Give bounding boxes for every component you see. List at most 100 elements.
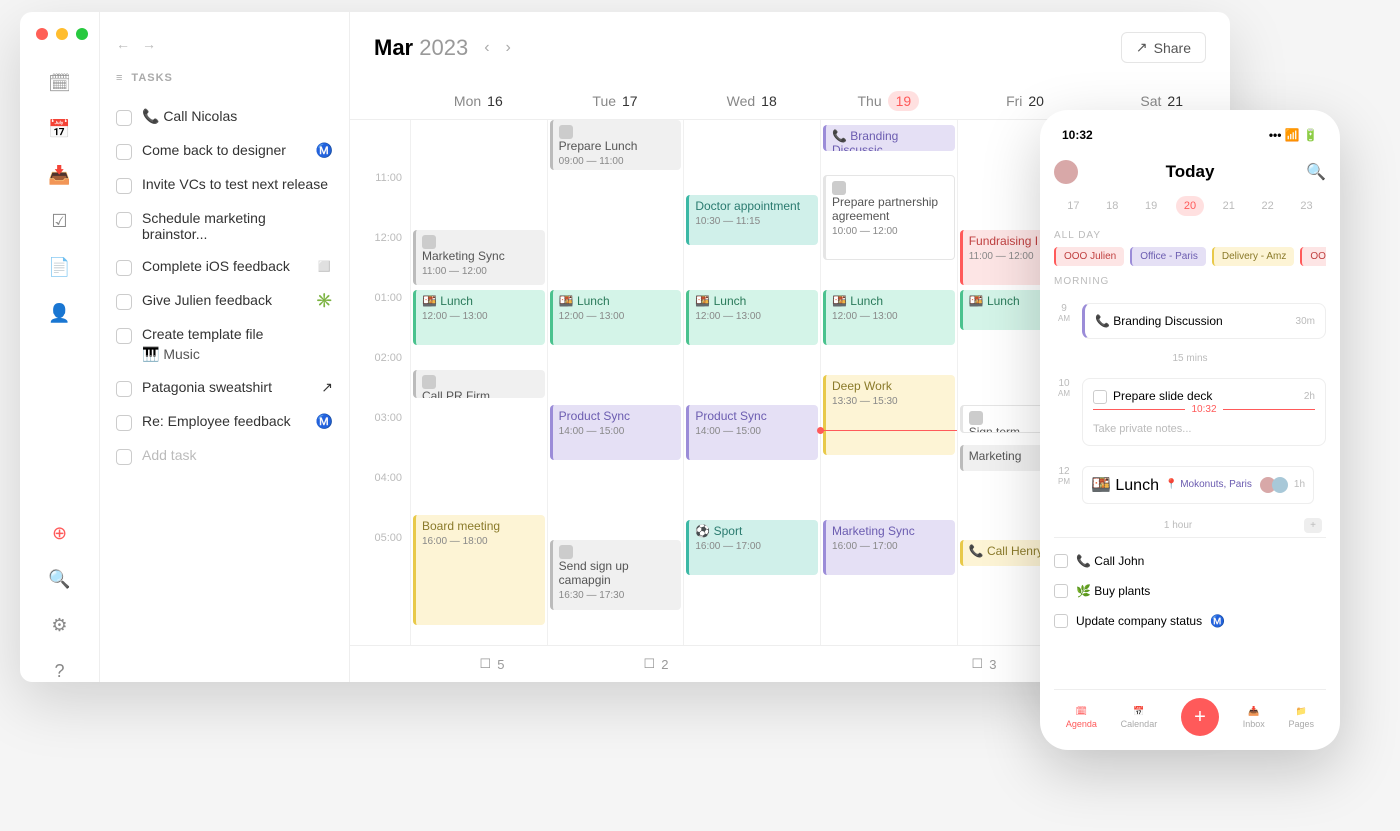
mobile-date[interactable]: 20 [1176, 196, 1204, 216]
task-checkbox[interactable] [116, 294, 132, 310]
day-column[interactable]: Doctor appointment10:30 — 11:15 🍱 Lunch12… [683, 120, 820, 645]
event-checkbox[interactable] [559, 545, 573, 559]
next-week-icon[interactable]: › [506, 39, 511, 57]
allday-chip[interactable]: Office - Paris [1130, 247, 1206, 266]
task-checkbox[interactable] [116, 212, 132, 228]
task-item[interactable]: Re: Employee feedback Ⓜ️ [116, 405, 333, 439]
add-slot-icon[interactable]: + [1304, 518, 1322, 533]
calendar-event[interactable]: Board meeting16:00 — 18:00 [413, 515, 545, 625]
mobile-date[interactable]: 18 [1098, 196, 1126, 216]
calendar-event[interactable]: Send sign up camapgin16:30 — 17:30 [550, 540, 682, 610]
task-checkbox[interactable] [116, 178, 132, 194]
calendar-event[interactable]: Prepare Lunch09:00 — 11:00 [550, 120, 682, 170]
help-icon[interactable]: ? [49, 660, 71, 682]
day-task-count[interactable]: ☐ 5 [410, 656, 574, 672]
mobile-task-item[interactable]: 🌿 Buy plants [1054, 576, 1326, 606]
add-task-button[interactable]: Add task [116, 439, 333, 473]
day-column[interactable]: Prepare Lunch09:00 — 11:00 🍱 Lunch12:00 —… [547, 120, 684, 645]
task-checkbox[interactable] [116, 328, 132, 344]
task-checkbox[interactable] [116, 144, 132, 160]
calendar-event[interactable]: 🍱 Lunch12:00 — 13:00 [823, 290, 955, 345]
event-checkbox[interactable] [422, 375, 436, 389]
search-icon[interactable]: 🔍 [1306, 162, 1326, 182]
calendar-icon[interactable]: 📅 [49, 118, 71, 140]
day-header[interactable]: Tue17 [547, 83, 684, 119]
today-label[interactable]: Today [1166, 162, 1215, 182]
task-item[interactable]: Schedule marketing brainstor... [116, 202, 333, 250]
task-checkbox[interactable] [116, 381, 132, 397]
search-icon[interactable]: 🔍 [49, 568, 71, 590]
day-task-count[interactable]: ☐ 2 [574, 656, 738, 672]
contacts-icon[interactable]: 👤 [49, 302, 71, 324]
calendar-event[interactable]: 📞 Branding Discussic [823, 125, 955, 151]
fab-add-button[interactable]: + [1181, 698, 1219, 736]
tab-agenda[interactable]: 🗓Agenda [1066, 706, 1097, 729]
event-checkbox[interactable] [559, 125, 573, 139]
prev-week-icon[interactable]: ‹ [484, 39, 489, 57]
mobile-date[interactable]: 21 [1215, 196, 1243, 216]
task-checkbox[interactable] [116, 110, 132, 126]
forward-arrow-icon[interactable]: → [142, 36, 156, 52]
tab-pages[interactable]: 📁Pages [1289, 706, 1315, 729]
calendar-event[interactable]: Product Sync14:00 — 15:00 [550, 405, 682, 460]
calendar-event[interactable]: Doctor appointment10:30 — 11:15 [686, 195, 818, 245]
notes-placeholder[interactable]: Take private notes... [1093, 423, 1315, 435]
share-button[interactable]: ↗ Share [1121, 32, 1206, 63]
allday-chip[interactable]: OO [1300, 247, 1326, 266]
minimize-window-icon[interactable] [56, 28, 68, 40]
mobile-date[interactable]: 23 [1292, 196, 1320, 216]
calendar-event[interactable]: Prepare partnership agreement10:00 — 12:… [823, 175, 955, 260]
mobile-task-item[interactable]: 📞 Call John [1054, 546, 1326, 576]
calendar-event[interactable]: Marketing Sync16:00 — 17:00 [823, 520, 955, 575]
task-checkbox[interactable] [116, 260, 132, 276]
day-column[interactable]: Marketing Sync11:00 — 12:00🍱 Lunch12:00 … [410, 120, 547, 645]
agenda-icon[interactable]: 🗓 [49, 72, 71, 94]
day-header[interactable]: Wed18 [683, 83, 820, 119]
calendar-event[interactable]: 🍱 Lunch12:00 — 13:00 [413, 290, 545, 345]
task-item[interactable]: Come back to designer Ⓜ️ [116, 134, 333, 168]
tab-inbox[interactable]: 📥Inbox [1243, 706, 1265, 729]
calendar-event[interactable]: Deep Work13:30 — 15:30 [823, 375, 955, 455]
task-checkbox[interactable] [1054, 584, 1068, 598]
calendar-event[interactable]: Product Sync14:00 — 15:00 [686, 405, 818, 460]
task-item[interactable]: Patagonia sweatshirt ↗ [116, 371, 333, 405]
day-header[interactable]: Mon16 [410, 83, 547, 119]
task-item[interactable]: Create template file🎹 Music [116, 318, 333, 371]
task-item[interactable]: Give Julien feedback ✳️ [116, 284, 333, 318]
mobile-date[interactable]: 22 [1254, 196, 1282, 216]
day-column[interactable]: 📞 Branding Discussic Prepare partnership … [820, 120, 957, 645]
day-header[interactable]: Thu19 [820, 83, 957, 119]
back-arrow-icon[interactable]: ← [116, 36, 130, 52]
allday-chip[interactable]: Delivery - Amz [1212, 247, 1294, 266]
settings-icon[interactable]: ⚙ [49, 614, 71, 636]
event-slide-deck[interactable]: Prepare slide deck 2h 10:32 Take private… [1082, 378, 1326, 446]
calendar-event[interactable]: ⚽ Sport16:00 — 17:00 [686, 520, 818, 575]
mobile-date[interactable]: 19 [1137, 196, 1165, 216]
close-window-icon[interactable] [36, 28, 48, 40]
mobile-task-item[interactable]: Update company statusⓂ️ [1054, 606, 1326, 636]
notes-icon[interactable]: 📄 [49, 256, 71, 278]
add-icon[interactable]: ⊕ [49, 522, 71, 544]
event-lunch[interactable]: 🍱 Lunch 📍 Mokonuts, Paris 1h [1082, 466, 1314, 504]
event-checkbox[interactable] [422, 235, 436, 249]
allday-chip[interactable]: OOO Julien [1054, 247, 1124, 266]
calendar-event[interactable]: 🍱 Lunch12:00 — 13:00 [686, 290, 818, 345]
task-checkbox[interactable] [1054, 554, 1068, 568]
task-item[interactable]: Invite VCs to test next release [116, 168, 333, 202]
tab-calendar[interactable]: 📅Calendar [1121, 706, 1158, 729]
task-checkbox[interactable] [1054, 614, 1068, 628]
avatar[interactable] [1054, 160, 1078, 184]
calendar-event[interactable]: Marketing Sync11:00 — 12:00 [413, 230, 545, 285]
calendar-event[interactable]: 🍱 Lunch12:00 — 13:00 [550, 290, 682, 345]
mobile-date[interactable]: 17 [1059, 196, 1087, 216]
event-checkbox[interactable] [969, 411, 983, 425]
task-checkbox[interactable] [116, 415, 132, 431]
maximize-window-icon[interactable] [76, 28, 88, 40]
event-branding[interactable]: 📞 Branding Discussion 30m [1082, 303, 1326, 339]
inbox-icon[interactable]: 📥 [49, 164, 71, 186]
calendar-event[interactable]: Call PR Firm [413, 370, 545, 398]
tasks-icon[interactable]: ☑ [49, 210, 71, 232]
task-item[interactable]: 📞 Call Nicolas [116, 100, 333, 134]
day-task-count[interactable] [738, 656, 902, 672]
event-checkbox[interactable] [832, 181, 846, 195]
